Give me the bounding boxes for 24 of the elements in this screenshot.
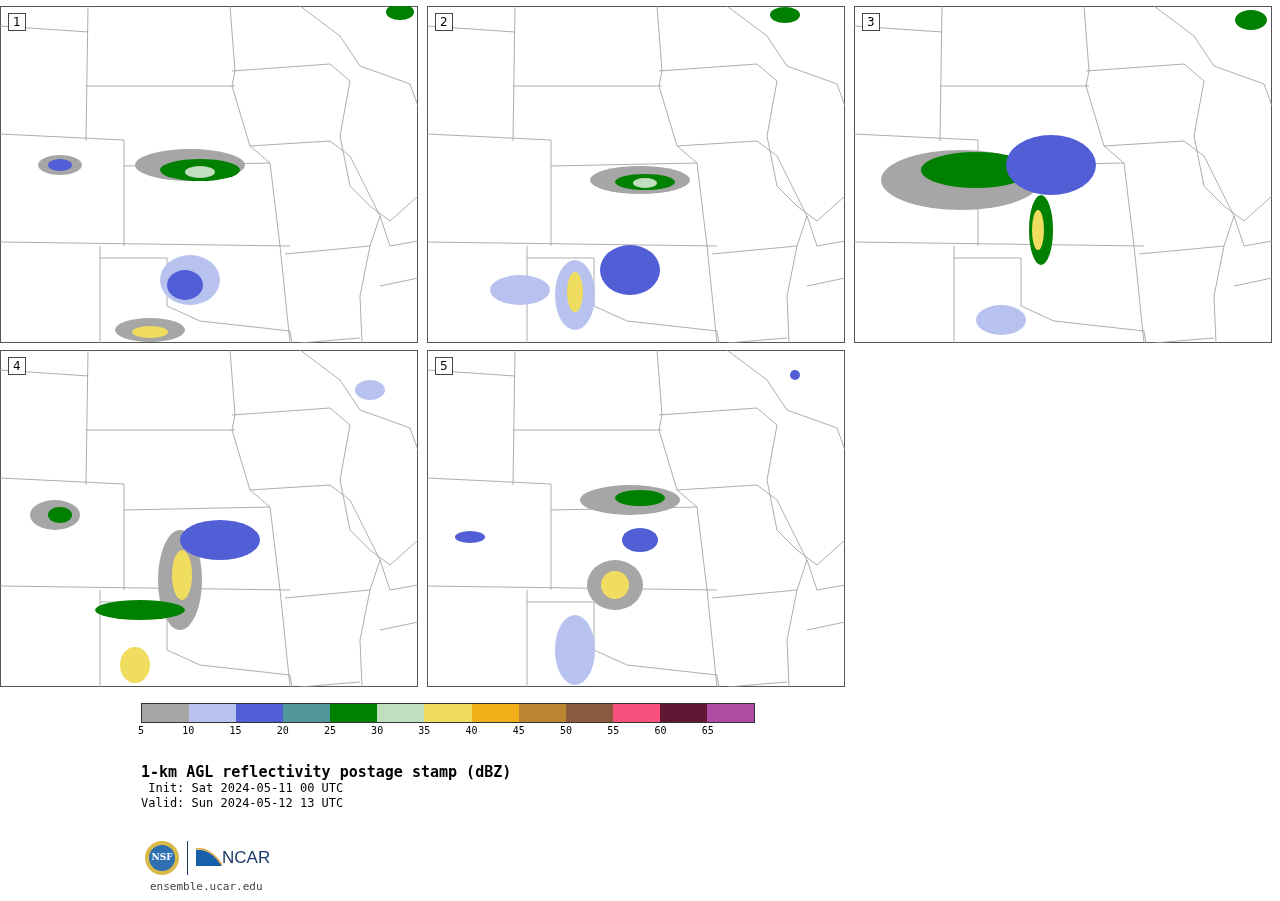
tick-label: 20 <box>276 725 289 737</box>
valid-time: Valid: Sun 2024-05-12 13 UTC <box>141 796 345 811</box>
tick-label: 15 <box>229 725 242 737</box>
chart-title: 1-km AGL reflectivity postage stamp (dBZ) <box>141 763 513 781</box>
tick-label: 40 <box>465 725 478 737</box>
tick-label: 35 <box>418 725 431 737</box>
panel-number: 2 <box>435 13 453 31</box>
tick-label: 55 <box>607 725 620 737</box>
website-url: ensemble.ucar.edu <box>150 879 264 895</box>
init-time: Init: Sat 2024-05-11 00 UTC <box>147 781 345 796</box>
panel-number: 4 <box>8 357 26 375</box>
tick-label: 10 <box>182 725 195 737</box>
tick-label: 30 <box>371 725 384 737</box>
tick-label: 5 <box>138 725 144 737</box>
tick-label: 25 <box>323 725 336 737</box>
tick-label: 60 <box>654 725 667 737</box>
panel-number: 5 <box>435 357 453 375</box>
panel-number: 1 <box>8 13 26 31</box>
panel-number: 3 <box>862 13 880 31</box>
nsf-logo: NSF <box>145 841 179 875</box>
ncar-logo: NCAR <box>196 848 271 868</box>
tick-label: 50 <box>560 725 573 737</box>
tick-label: 45 <box>512 725 525 737</box>
tick-label: 65 <box>701 725 714 737</box>
